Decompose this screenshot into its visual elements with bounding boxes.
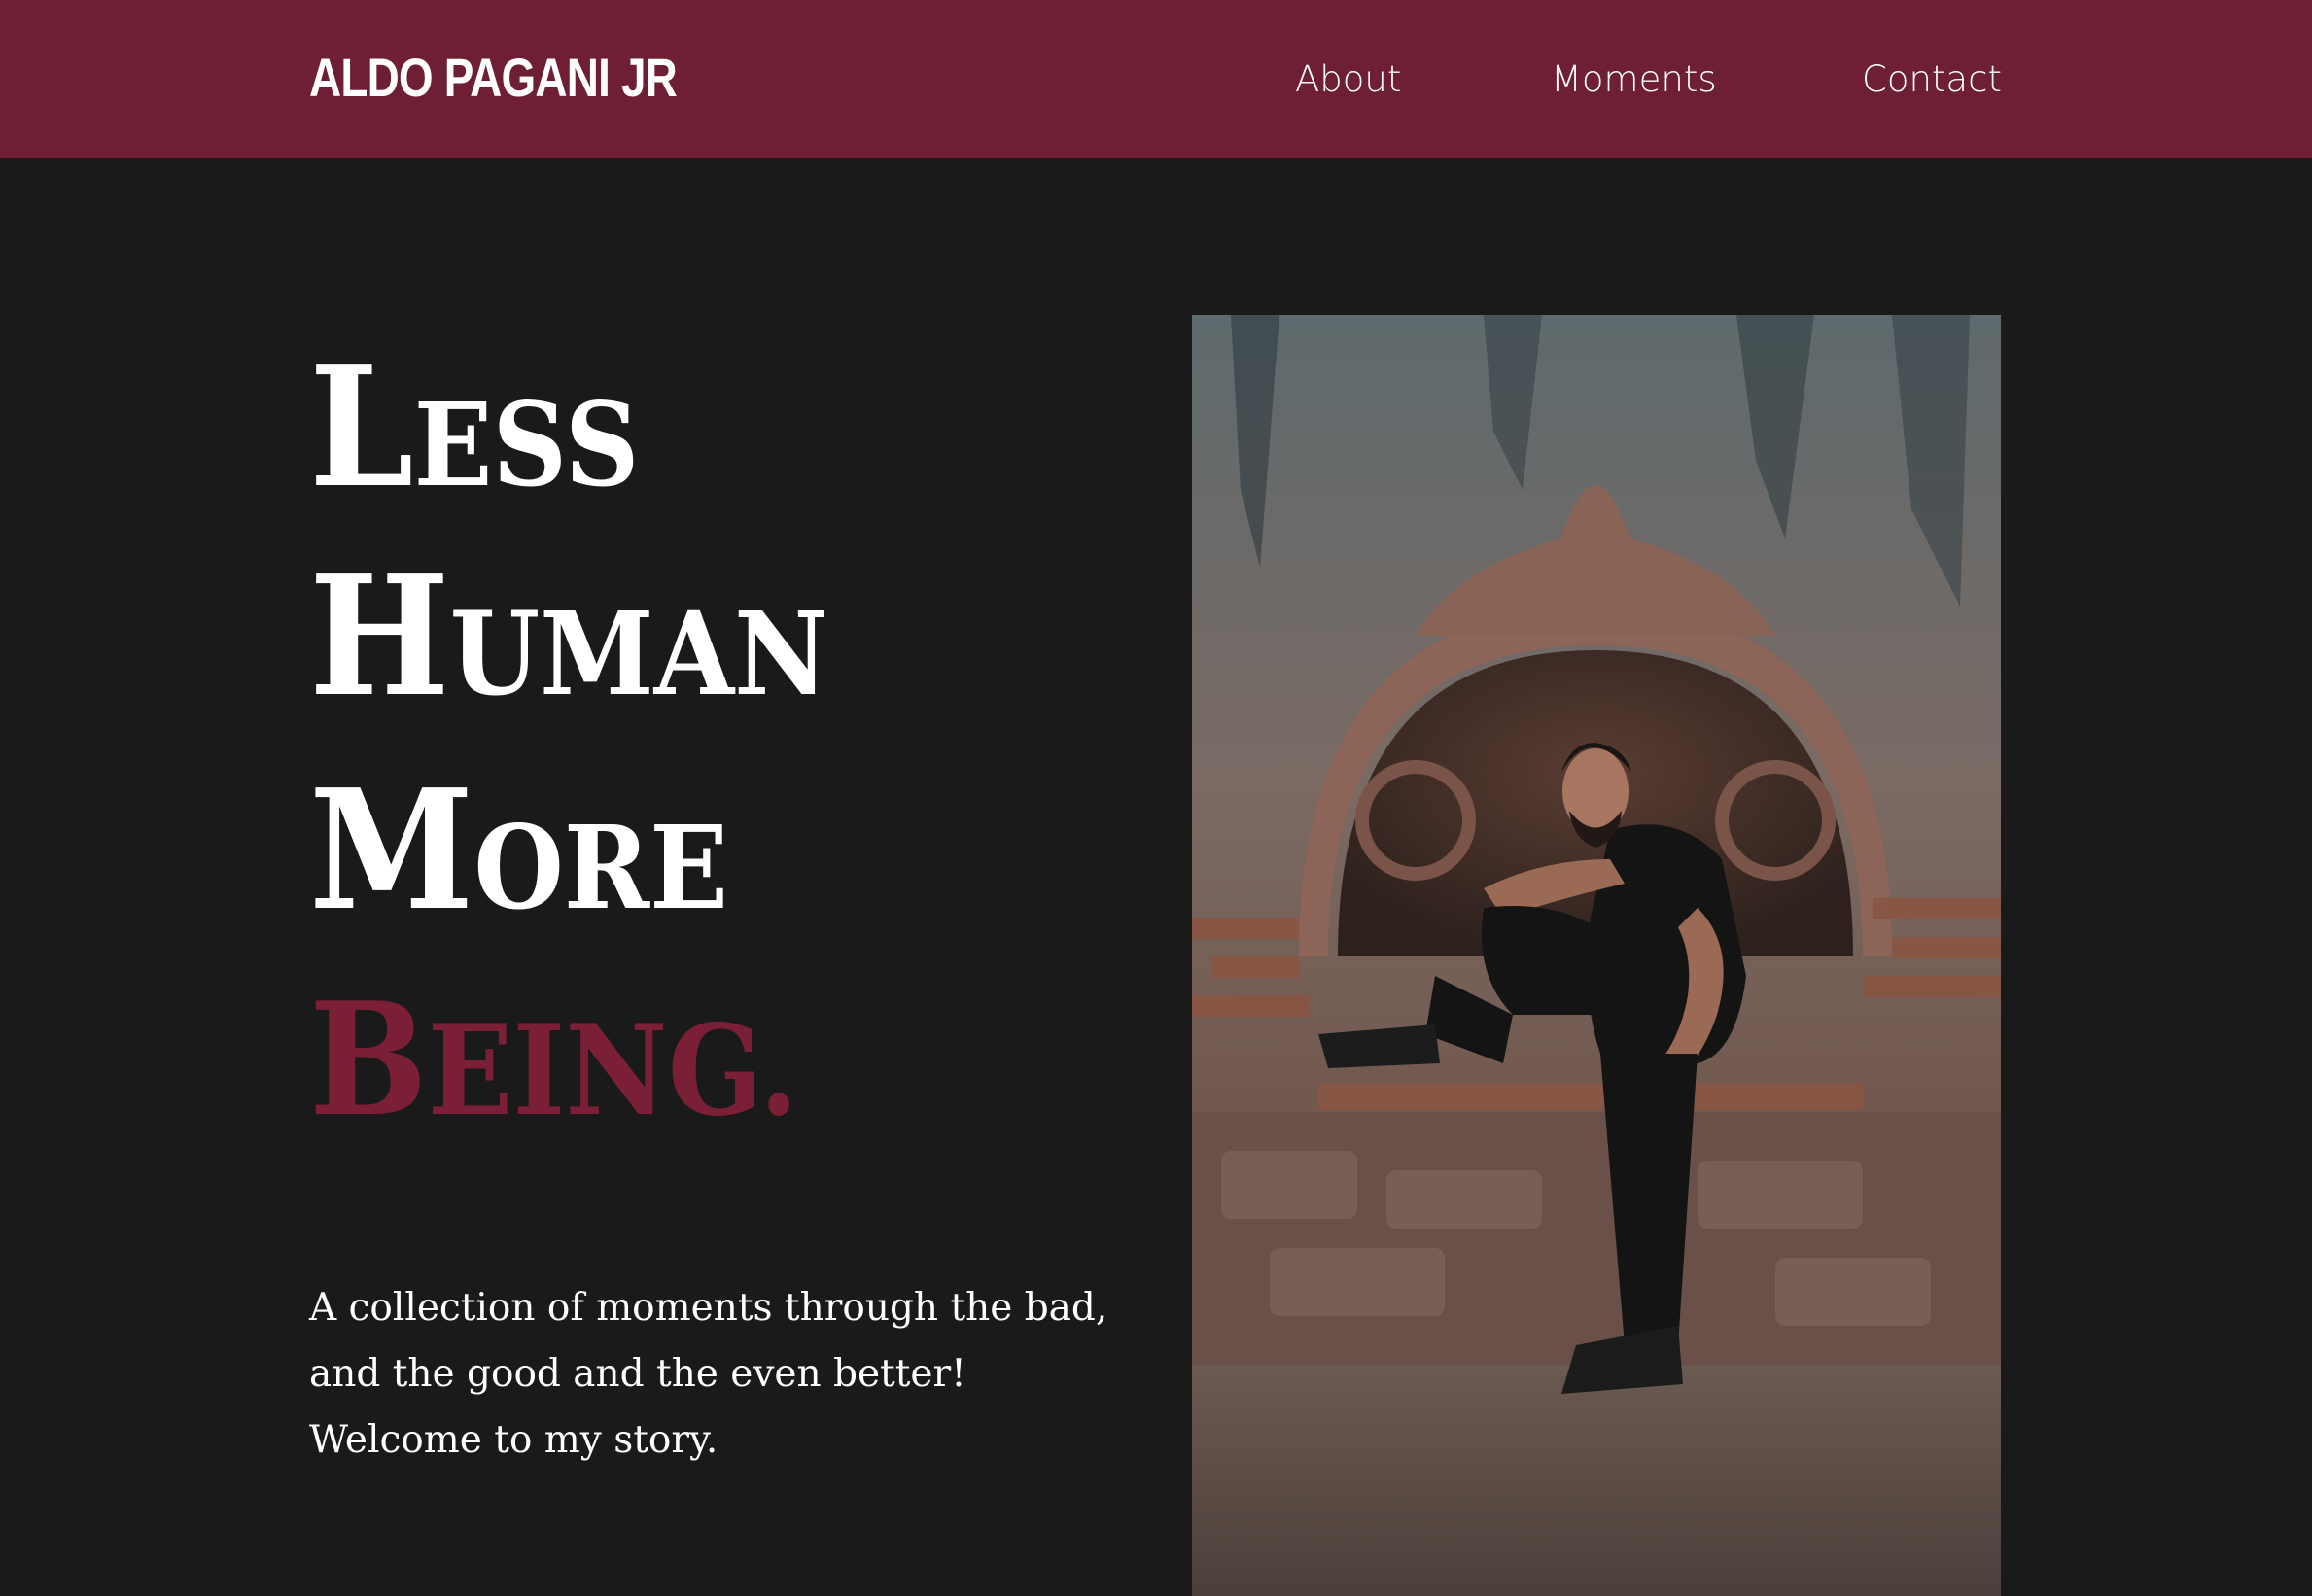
nav-link-contact[interactable]: Contact [1862, 54, 2002, 105]
headline-line-4-accent: BEING. [309, 968, 799, 1151]
nav-link-about[interactable]: About [1295, 54, 1401, 105]
intro-line-3: Welcome to my story. [309, 1418, 718, 1462]
hero-photo [1192, 315, 2001, 1596]
intro-line-2: and the good and the even better! [309, 1352, 966, 1396]
intro-line-1: A collection of moments through the bad, [309, 1286, 1108, 1330]
headline-line-2: HUMAN [309, 539, 829, 734]
hero-headline: LESS HUMAN MORE BEING. [309, 0, 974, 1166]
headline-line-3: MORE [309, 753, 729, 948]
hero-photo-illustration [1192, 315, 2001, 1596]
nav-link-moments[interactable]: Moments [1551, 54, 1717, 105]
hero-intro-text: A collection of moments through the bad,… [309, 1275, 1108, 1474]
headline-line-1: LESS [309, 330, 640, 525]
